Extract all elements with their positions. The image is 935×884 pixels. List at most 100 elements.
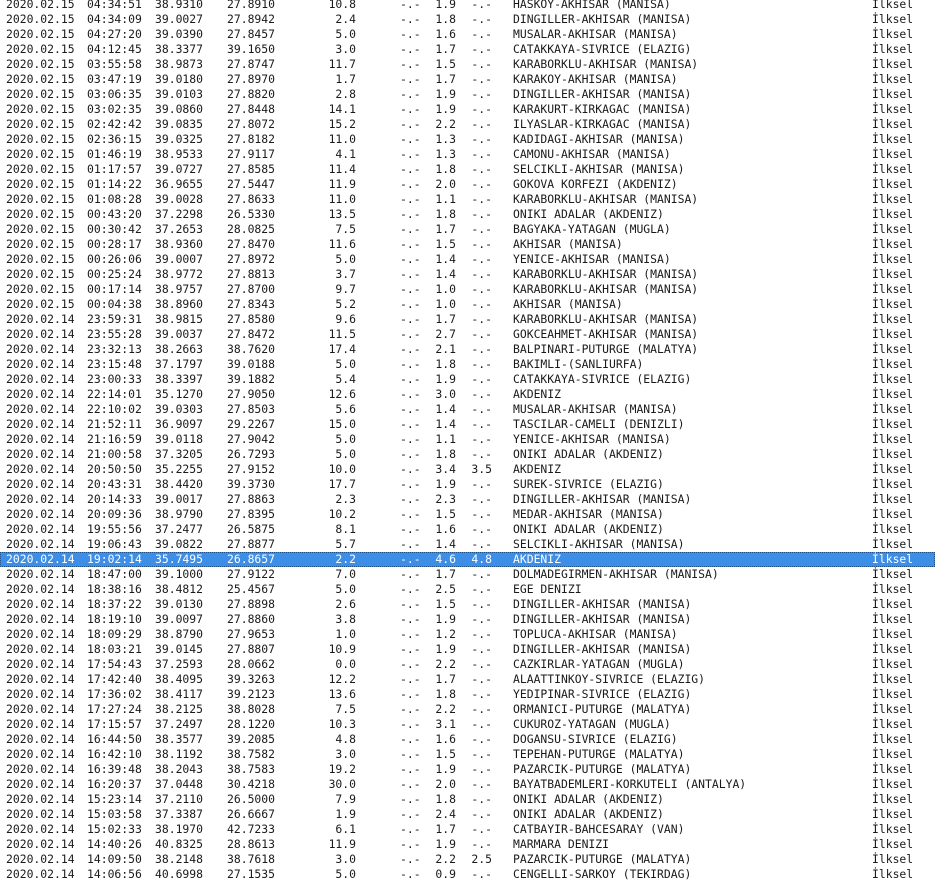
longitude-cell: 27.8472 (227, 327, 276, 341)
time-cell: 01:14:22 (87, 177, 142, 191)
earthquake-row[interactable]: 2020.02.14 20:50:50 35.2255 27.9152 10.0 -.- 3… (0, 462, 935, 477)
earthquake-row[interactable]: 2020.02.15 00:25:24 38.9772 27.8813 3.7 -.- 1.… (0, 267, 935, 282)
earthquake-row[interactable]: 2020.02.14 20:43:31 38.4420 39.3730 17.7 -.- 1… (0, 477, 935, 492)
earthquake-row[interactable]: 2020.02.14 17:27:24 38.2125 38.8028 7.5 -.- 2.… (0, 702, 935, 717)
earthquake-row[interactable]: 2020.02.14 18:19:10 39.0097 27.8860 3.8 -.- 1.… (0, 612, 935, 627)
earthquake-row[interactable]: 2020.02.14 23:59:31 38.9815 27.8580 9.6 -.- 1.… (0, 312, 935, 327)
earthquake-row[interactable]: 2020.02.14 23:55:28 39.0037 27.8472 11.5 -.- 2… (0, 327, 935, 342)
earthquake-row[interactable]: 2020.02.14 19:55:56 37.2477 26.5875 8.1 -.- 1.… (0, 522, 935, 537)
time-cell: 21:52:11 (87, 417, 142, 431)
earthquake-row[interactable]: 2020.02.14 16:44:50 38.3577 39.2085 4.8 -.- 1.… (0, 732, 935, 747)
earthquake-row[interactable]: 2020.02.14 20:09:36 38.9790 27.8395 10.2 -.- 1… (0, 507, 935, 522)
earthquake-row[interactable]: 2020.02.14 21:16:59 39.0118 27.9042 5.0 -.- 1.… (0, 432, 935, 447)
earthquake-row[interactable]: 2020.02.15 03:02:35 39.0860 27.8448 14.1 -.- 1… (0, 102, 935, 117)
date-cell: 2020.02.14 (6, 567, 75, 581)
earthquake-row[interactable]: 2020.02.14 23:32:13 38.2663 38.7620 17.4 -.- 2… (0, 342, 935, 357)
longitude-cell: 28.0662 (227, 657, 276, 671)
location-cell: SELCIKLI-AKHISAR (MANISA) (513, 537, 685, 551)
earthquake-row[interactable]: 2020.02.15 01:46:19 38.9533 27.9117 4.1 -.- 1.… (0, 147, 935, 162)
latitude-cell: 38.9790 (155, 507, 204, 521)
earthquake-row[interactable]: 2020.02.14 14:40:26 40.8325 28.8613 11.9 -.- 1… (0, 837, 935, 852)
mw-magnitude-cell: -.- (471, 642, 492, 656)
earthquake-row[interactable]: 2020.02.15 00:28:17 38.9360 27.8470 11.6 -.- 1… (0, 237, 935, 252)
latitude-cell: 37.2593 (155, 657, 204, 671)
earthquake-row[interactable]: 2020.02.14 21:00:58 37.3205 26.7293 5.0 -.- 1.… (0, 447, 935, 462)
earthquake-row[interactable]: 2020.02.14 21:52:11 36.9097 29.2267 15.0 -.- 1… (0, 417, 935, 432)
solution-type-cell: İlksel (872, 627, 914, 641)
earthquake-row[interactable]: 2020.02.14 17:15:57 37.2497 28.1220 10.3 -.- 3… (0, 717, 935, 732)
earthquake-row[interactable]: 2020.02.14 18:38:16 38.4812 25.4567 5.0 -.- 2.… (0, 582, 935, 597)
time-cell: 00:25:24 (87, 267, 142, 281)
solution-type-cell: İlksel (872, 117, 914, 131)
earthquake-row[interactable]: 2020.02.14 14:09:50 38.2148 38.7618 3.0 -.- 2.… (0, 852, 935, 867)
earthquake-row[interactable]: 2020.02.15 03:55:58 38.9873 27.8747 11.7 -.- 1… (0, 57, 935, 72)
time-cell: 03:47:19 (87, 72, 142, 86)
earthquake-row[interactable]: 2020.02.14 23:15:48 37.1797 39.0188 5.0 -.- 1.… (0, 357, 935, 372)
earthquake-row[interactable]: 2020.02.14 19:06:43 39.0822 27.8877 5.7 -.- 1.… (0, 537, 935, 552)
solution-type-cell: İlksel (872, 42, 914, 56)
earthquake-row[interactable]: 2020.02.14 23:00:33 38.3397 39.1882 5.4 -.- 1.… (0, 372, 935, 387)
longitude-cell: 27.8343 (227, 297, 276, 311)
earthquake-row[interactable]: 2020.02.14 15:23:14 37.2110 26.5000 7.9 -.- 1.… (0, 792, 935, 807)
longitude-cell: 27.5447 (227, 177, 276, 191)
earthquake-row[interactable]: 2020.02.15 03:47:19 39.0180 27.8970 1.7 -.- 1.… (0, 72, 935, 87)
earthquake-row[interactable]: 2020.02.14 17:36:02 38.4117 39.2123 13.6 -.- 1… (0, 687, 935, 702)
date-cell: 2020.02.15 (6, 297, 75, 311)
earthquake-row[interactable]: 2020.02.15 01:14:22 36.9655 27.5447 11.9 -.- 2… (0, 177, 935, 192)
earthquake-row[interactable]: 2020.02.14 15:03:58 37.3387 26.6667 1.9 -.- 2.… (0, 807, 935, 822)
earthquake-row[interactable]: 2020.02.14 22:14:01 35.1270 27.9050 12.6 -.- 3… (0, 387, 935, 402)
earthquake-list: 2020.02.15 04:34:51 38.9310 27.8910 10.8 -.- 1… (0, 0, 935, 882)
earthquake-row[interactable]: 2020.02.14 17:42:40 38.4095 39.3263 12.2 -.- 1… (0, 672, 935, 687)
time-cell: 04:27:20 (87, 27, 142, 41)
earthquake-row[interactable]: 2020.02.15 04:34:09 39.0027 27.8942 2.4 -.- 1.… (0, 12, 935, 27)
time-cell: 22:14:01 (87, 387, 142, 401)
earthquake-row[interactable]: 2020.02.15 00:30:42 37.2653 28.0825 7.5 -.- 1.… (0, 222, 935, 237)
earthquake-row[interactable]: 2020.02.15 02:36:15 39.0325 27.8182 11.0 -.- 1… (0, 132, 935, 147)
date-cell: 2020.02.15 (6, 87, 75, 101)
longitude-cell: 27.8972 (227, 252, 276, 266)
depth-cell: 3.8 (335, 612, 356, 626)
latitude-cell: 38.2043 (155, 762, 204, 776)
earthquake-row[interactable]: 2020.02.14 18:47:00 39.1000 27.9122 7.0 -.- 1.… (0, 567, 935, 582)
earthquake-row[interactable]: 2020.02.14 16:20:37 37.0448 30.4218 30.0 -.- 2… (0, 777, 935, 792)
depth-cell: 10.9 (328, 642, 356, 656)
latitude-cell: 40.6998 (155, 867, 204, 881)
earthquake-row[interactable]: 2020.02.15 00:17:14 38.9757 27.8700 9.7 -.- 1.… (0, 282, 935, 297)
earthquake-row[interactable]: 2020.02.15 00:26:06 39.0007 27.8972 5.0 -.- 1.… (0, 252, 935, 267)
location-cell: DINGILLER-AKHISAR (MANISA) (513, 12, 692, 26)
location-cell: CAMONU-AKHISAR (MANISA) (513, 147, 671, 161)
time-cell: 01:08:28 (87, 192, 142, 206)
earthquake-row[interactable]: 2020.02.15 03:06:35 39.0103 27.8820 2.8 -.- 1.… (0, 87, 935, 102)
latitude-cell: 38.3397 (155, 372, 204, 386)
earthquake-row[interactable]: 2020.02.14 14:06:56 40.6998 27.1535 5.0 -.- 0.… (0, 867, 935, 882)
location-cell: YEDIPINAR-SIVRICE (ELAZIG) (513, 687, 692, 701)
earthquake-row-selected[interactable]: 2020.02.14 19:02:14 35.7495 26.8657 2.2 -.- 4.… (0, 552, 935, 567)
earthquake-row[interactable]: 2020.02.15 02:42:42 39.0835 27.8072 15.2 -.- 2… (0, 117, 935, 132)
time-cell: 02:36:15 (87, 132, 142, 146)
earthquake-row[interactable]: 2020.02.14 17:54:43 37.2593 28.0662 0.0 -.- 2.… (0, 657, 935, 672)
earthquake-row[interactable]: 2020.02.15 04:34:51 38.9310 27.8910 10.8 -.- 1… (0, 0, 935, 12)
longitude-cell: 39.2085 (227, 732, 276, 746)
solution-type-cell: İlksel (872, 747, 914, 761)
earthquake-row[interactable]: 2020.02.14 16:39:48 38.2043 38.7583 19.2 -.- 1… (0, 762, 935, 777)
earthquake-row[interactable]: 2020.02.15 00:43:20 37.2298 26.5330 13.5 -.- 1… (0, 207, 935, 222)
earthquake-row[interactable]: 2020.02.14 18:37:22 39.0130 27.8898 2.6 -.- 1.… (0, 597, 935, 612)
location-cell: BAGYAKA-YATAGAN (MUGLA) (513, 222, 671, 236)
earthquake-row[interactable]: 2020.02.15 04:27:20 39.0390 27.8457 5.0 -.- 1.… (0, 27, 935, 42)
depth-cell: 1.7 (335, 72, 356, 86)
earthquake-row[interactable]: 2020.02.14 15:02:33 38.1970 42.7233 6.1 -.- 1.… (0, 822, 935, 837)
solution-type-cell: İlksel (872, 672, 914, 686)
mw-magnitude-cell: -.- (471, 567, 492, 581)
earthquake-row[interactable]: 2020.02.14 22:10:02 39.0303 27.8503 5.6 -.- 1.… (0, 402, 935, 417)
earthquake-row[interactable]: 2020.02.15 01:08:28 39.0028 27.8633 11.0 -.- 1… (0, 192, 935, 207)
mw-magnitude-cell: -.- (471, 657, 492, 671)
earthquake-row[interactable]: 2020.02.14 18:03:21 39.0145 27.8807 10.9 -.- 1… (0, 642, 935, 657)
earthquake-row[interactable]: 2020.02.15 00:04:38 38.8960 27.8343 5.2 -.- 1.… (0, 297, 935, 312)
time-cell: 18:19:10 (87, 612, 142, 626)
earthquake-row[interactable]: 2020.02.15 01:17:57 39.0727 27.8585 11.4 -.- 1… (0, 162, 935, 177)
earthquake-row[interactable]: 2020.02.14 16:42:10 38.1192 38.7582 3.0 -.- 1.… (0, 747, 935, 762)
earthquake-row[interactable]: 2020.02.14 18:09:29 38.8790 27.9653 1.0 -.- 1.… (0, 627, 935, 642)
earthquake-row[interactable]: 2020.02.15 04:12:45 38.3377 39.1650 3.0 -.- 1.… (0, 42, 935, 57)
solution-type-cell: İlksel (872, 537, 914, 551)
earthquake-row[interactable]: 2020.02.14 20:14:33 39.0017 27.8863 2.3 -.- 2.… (0, 492, 935, 507)
